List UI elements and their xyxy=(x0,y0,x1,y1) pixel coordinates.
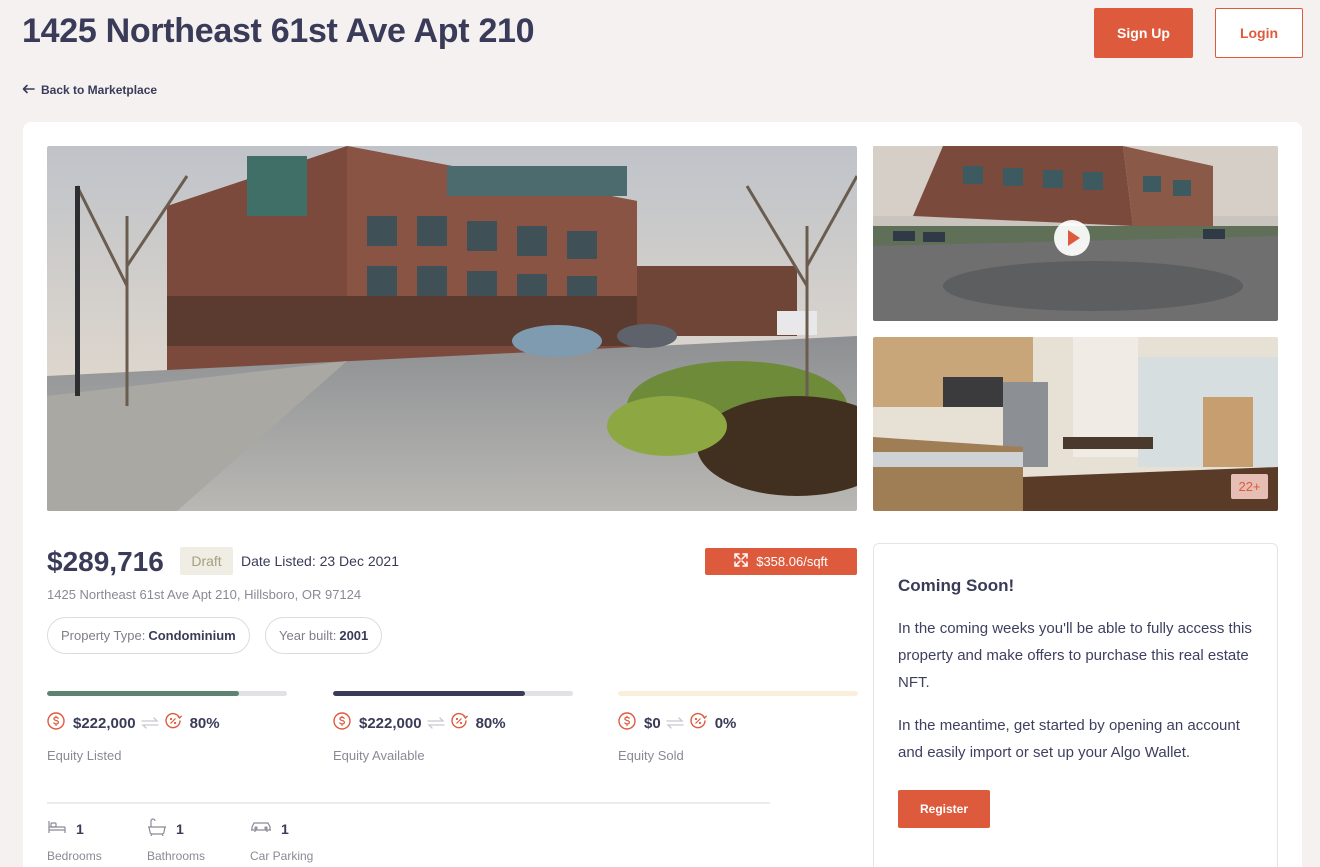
listing-price: $289,716 xyxy=(47,546,164,577)
sign-up-button[interactable]: Sign Up xyxy=(1094,8,1193,58)
feature-bedrooms: 1 Bedrooms xyxy=(47,819,102,863)
equity-label: Equity Listed xyxy=(47,748,122,763)
equity-amount: $222,000 xyxy=(73,714,136,732)
property-card: 22+ $289,716 Draft Date Listed: 23 Dec 2… xyxy=(23,122,1302,867)
equity-listed: $222,000 80% Equity Listed xyxy=(47,691,287,763)
exchange-icon xyxy=(666,717,684,729)
equity-percent: 80% xyxy=(189,714,220,732)
register-button[interactable]: Register xyxy=(898,790,990,828)
play-icon[interactable] xyxy=(1054,220,1090,256)
dollar-icon xyxy=(47,711,65,735)
feature-value: 1 xyxy=(281,821,289,837)
property-type-chip: Property Type: Condominium xyxy=(47,617,250,654)
promo-title: Coming Soon! xyxy=(898,576,1015,595)
main-photo[interactable] xyxy=(47,146,857,511)
equity-sold: $0 0% Equity Sold xyxy=(618,691,858,763)
price-per-sqft-badge: $358.06/sqft xyxy=(705,548,857,575)
kitchen-photo[interactable]: 22+ xyxy=(873,337,1278,511)
more-photos-badge[interactable]: 22+ xyxy=(1231,474,1268,499)
back-to-marketplace-link[interactable]: Back to Marketplace xyxy=(22,81,157,99)
equity-available: $222,000 80% Equity Available xyxy=(333,691,573,763)
login-button[interactable]: Login xyxy=(1215,8,1303,58)
dollar-icon xyxy=(333,711,351,735)
percent-icon xyxy=(164,712,182,735)
equity-progress-fill xyxy=(333,691,525,696)
feature-label: Bedrooms xyxy=(47,849,102,863)
year-built-value: 2001 xyxy=(339,628,369,643)
bathtub-icon xyxy=(147,817,167,841)
percent-icon xyxy=(689,712,707,735)
equity-percent: 0% xyxy=(714,714,737,732)
equity-percent: 80% xyxy=(475,714,506,732)
feature-value: 1 xyxy=(176,821,184,837)
bed-icon xyxy=(47,819,67,840)
equity-amount: $0 xyxy=(644,714,661,732)
date-listed: Date Listed: 23 Dec 2021 xyxy=(241,553,399,569)
equity-label: Equity Available xyxy=(333,748,425,763)
expand-icon xyxy=(734,553,748,570)
car-icon xyxy=(250,820,272,839)
price-per-sqft: $358.06/sqft xyxy=(756,554,828,569)
year-built-label: Year built: xyxy=(279,628,337,643)
equity-amount: $222,000 xyxy=(359,714,422,732)
video-thumbnail[interactable] xyxy=(873,146,1278,321)
promo-paragraph-1: In the coming weeks you'll be able to fu… xyxy=(898,620,1252,691)
exchange-icon xyxy=(140,717,159,729)
property-address: 1425 Northeast 61st Ave Apt 210, Hillsbo… xyxy=(47,587,362,602)
property-type-value: Condominium xyxy=(148,628,236,643)
divider xyxy=(47,802,770,804)
equity-progress-bar xyxy=(618,691,858,696)
status-badge: Draft xyxy=(180,547,233,575)
equity-label: Equity Sold xyxy=(618,748,684,763)
promo-paragraph-2: In the meantime, get started by opening … xyxy=(898,717,1240,761)
feature-label: Car Parking xyxy=(250,849,314,863)
back-link-label: Back to Marketplace xyxy=(41,83,158,97)
year-built-chip: Year built: 2001 xyxy=(265,617,383,654)
exchange-icon xyxy=(426,717,445,729)
equity-progress-bar xyxy=(47,691,287,696)
dollar-icon xyxy=(618,711,636,735)
property-type-label: Property Type: xyxy=(61,628,146,643)
feature-car-parking: 1 Car Parking xyxy=(250,819,313,863)
arrow-left-icon xyxy=(22,83,35,97)
feature-value: 1 xyxy=(76,821,84,837)
equity-progress-bar xyxy=(333,691,573,696)
coming-soon-panel: Coming Soon! In the coming weeks you'll … xyxy=(873,543,1278,867)
percent-icon xyxy=(450,712,468,735)
equity-progress-fill xyxy=(47,691,239,696)
page-title: 1425 Northeast 61st Ave Apt 210 xyxy=(22,12,535,50)
feature-bathrooms: 1 Bathrooms xyxy=(147,817,206,863)
feature-label: Bathrooms xyxy=(147,849,206,863)
